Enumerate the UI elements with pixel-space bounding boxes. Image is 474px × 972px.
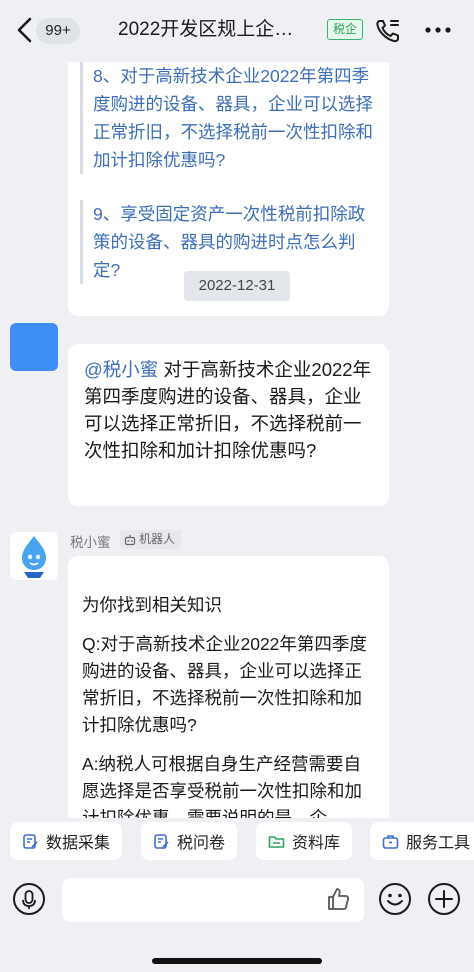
message-list[interactable]: 8、对于高新技术企业2022年第四季度购进的设备、器具，企业可以选择正常折旧，不…	[0, 62, 474, 818]
bot-avatar[interactable]	[10, 532, 58, 580]
faq-question-8[interactable]: 8、对于高新技术企业2022年第四季度购进的设备、器具，企业可以选择正常折旧，不…	[80, 62, 380, 174]
chip-label: 服务工具	[406, 835, 471, 852]
questionnaire-icon	[154, 833, 169, 849]
chat-title: 2022开发区规上企…	[118, 19, 294, 40]
bot-message-bubble: 为你找到相关知识 Q:对于高新技术企业2022年第四季度购进的设备、器具，企业可…	[68, 556, 389, 818]
unread-count-badge: 99+	[36, 18, 80, 44]
form-edit-icon	[23, 833, 38, 849]
bot-intro-text: 为你找到相关知识	[82, 595, 222, 615]
chip-service-tools[interactable]: 服务工具	[370, 822, 474, 860]
toolbox-icon	[382, 834, 399, 849]
message-input-bar	[0, 866, 474, 972]
more-options-icon[interactable]	[424, 22, 452, 38]
avatar[interactable]	[10, 323, 58, 371]
phone-call-icon[interactable]	[374, 17, 402, 45]
robot-badge: 机器人	[120, 530, 182, 549]
chip-label: 资料库	[292, 835, 341, 852]
bot-answer-text: A:纳税人可根据自身生产经营需要自愿选择是否享受税前一次性扣除和加计扣除优惠，需…	[82, 754, 362, 818]
chip-label: 数据采集	[46, 835, 111, 852]
robot-icon	[124, 534, 136, 545]
thumbs-up-icon[interactable]	[326, 886, 350, 912]
emoji-icon[interactable]	[378, 882, 412, 916]
user-message-bubble: @税小蜜 对于高新技术企业2022年第四季度购进的设备、器具，企业可以选择正常折…	[68, 344, 389, 506]
bot-name: 税小蜜	[70, 535, 111, 550]
plus-icon[interactable]	[427, 882, 461, 916]
robot-badge-label: 机器人	[139, 532, 176, 546]
chat-header: 99+ 2022开发区规上企… 税企	[0, 0, 474, 62]
water-drop-mascot-icon	[22, 536, 46, 578]
chip-data-collection[interactable]: 数据采集	[10, 822, 123, 860]
group-type-tag: 税企	[327, 19, 364, 40]
message-input[interactable]	[62, 878, 364, 922]
back-arrow-icon[interactable]	[14, 16, 36, 44]
microphone-icon[interactable]	[12, 882, 46, 916]
date-divider: 2022-12-31	[184, 271, 290, 301]
bot-question-text: Q:对于高新技术企业2022年第四季度购进的设备、器具，企业可以选择正常折旧，不…	[82, 634, 367, 735]
chip-questionnaire[interactable]: 税问卷	[141, 822, 238, 860]
home-indicator	[152, 958, 322, 964]
chip-library[interactable]: 资料库	[256, 822, 353, 860]
quick-action-bar: 数据采集 税问卷 资料库 服务工具	[0, 818, 474, 866]
chip-label: 税问卷	[177, 835, 226, 852]
folder-icon	[268, 835, 285, 848]
mention-link[interactable]: @税小蜜	[84, 359, 158, 380]
